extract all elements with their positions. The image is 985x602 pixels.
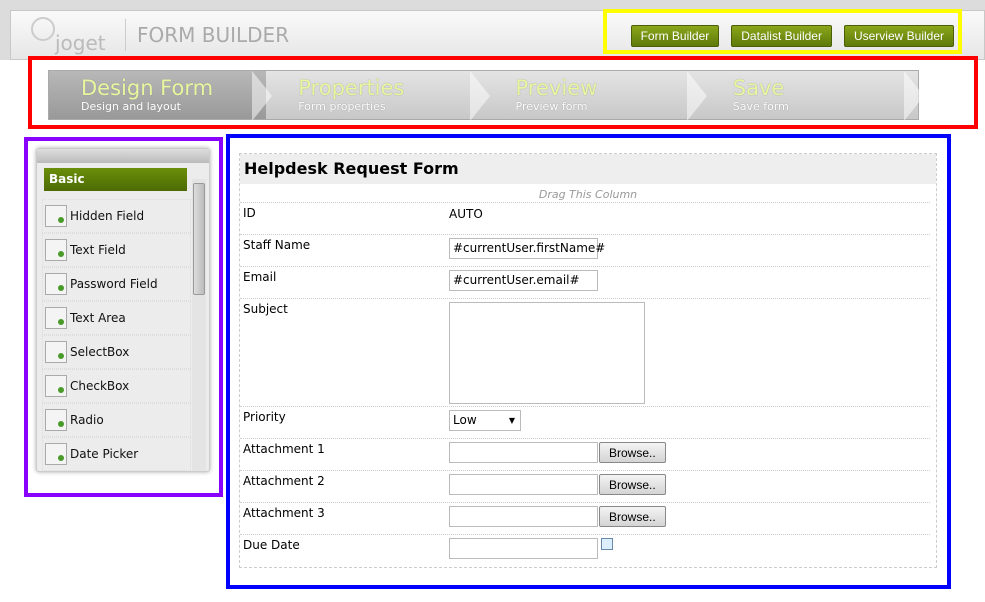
category-basic[interactable]: Basic — [44, 168, 187, 191]
palette-item-text-field[interactable]: Text Field — [42, 233, 191, 267]
header: joget FORM BUILDER Form Builder Datalist… — [10, 10, 985, 60]
palette-handle[interactable] — [37, 149, 209, 163]
palette-item-selectbox[interactable]: SelectBox — [42, 335, 191, 369]
palette-item-checkbox[interactable]: CheckBox — [42, 369, 191, 403]
step-properties[interactable]: Properties Form properties — [266, 71, 490, 121]
field-icon — [45, 273, 67, 295]
palette-scrollbar[interactable] — [192, 179, 206, 471]
userview-builder-button[interactable]: Userview Builder — [843, 25, 954, 47]
browse-button-3[interactable]: Browse.. — [599, 506, 666, 527]
edit-icon — [45, 375, 67, 397]
form-row-attachment-1[interactable]: Attachment 1 Browse.. — [240, 438, 930, 470]
palette-item-password-field[interactable]: Password Field — [42, 267, 191, 301]
form-row-id[interactable]: ID AUTO — [240, 202, 930, 234]
field-icon — [45, 443, 67, 465]
drag-column-hint[interactable]: Drag This Column — [240, 184, 936, 202]
step-preview[interactable]: Preview Preview form — [484, 71, 708, 121]
field-icon — [45, 205, 67, 227]
datalist-builder-button[interactable]: Datalist Builder — [731, 25, 832, 47]
form-builder-button[interactable]: Form Builder — [630, 25, 720, 47]
attachment-3-input[interactable] — [449, 506, 598, 527]
joget-logo: joget — [31, 17, 106, 57]
divider — [125, 19, 126, 51]
step-design-form[interactable]: Design Form Design and layout — [49, 71, 273, 121]
palette-item-date-picker[interactable]: Date Picker — [42, 437, 191, 471]
subject-textarea[interactable] — [449, 302, 645, 404]
edit-icon — [45, 409, 67, 431]
form-row-subject[interactable]: Subject — [240, 298, 930, 406]
form-row-due-date[interactable]: Due Date — [240, 534, 930, 566]
palette-item-radio[interactable]: Radio — [42, 403, 191, 437]
form-row-attachment-3[interactable]: Attachment 3 Browse.. — [240, 502, 930, 534]
form-title[interactable]: Helpdesk Request Form — [240, 154, 936, 184]
edit-icon — [45, 341, 67, 363]
form-canvas: Helpdesk Request Form Drag This Column I… — [239, 153, 937, 568]
priority-select[interactable]: Low ▼ — [449, 410, 521, 431]
step-save[interactable]: Save Save form — [701, 71, 925, 121]
form-row-staff-name[interactable]: Staff Name #currentUser.firstName# — [240, 234, 930, 266]
email-input[interactable]: #currentUser.email# — [449, 270, 598, 291]
field-icon — [45, 239, 67, 261]
browse-button-2[interactable]: Browse.. — [599, 474, 666, 495]
due-date-input[interactable] — [449, 538, 598, 559]
palette-item-hidden-field[interactable]: Hidden Field — [42, 199, 191, 233]
form-row-priority[interactable]: Priority Low ▼ — [240, 406, 930, 438]
staff-name-input[interactable]: #currentUser.firstName# — [449, 238, 605, 259]
form-row-attachment-2[interactable]: Attachment 2 Browse.. — [240, 470, 930, 502]
app-title: FORM BUILDER — [137, 23, 290, 47]
attachment-1-input[interactable] — [449, 442, 598, 463]
form-row-email[interactable]: Email #currentUser.email# — [240, 266, 930, 298]
chevron-down-icon: ▼ — [508, 416, 515, 425]
attachment-2-input[interactable] — [449, 474, 598, 495]
palette-item-text-area[interactable]: Text Area — [42, 301, 191, 335]
textarea-icon — [45, 307, 67, 329]
element-palette: Basic Hidden Field Text Field Password F… — [36, 148, 210, 472]
calendar-icon[interactable] — [601, 538, 613, 550]
browse-button-1[interactable]: Browse.. — [599, 442, 666, 463]
wizard-steps: Design Form Design and layout Properties F… — [48, 70, 925, 121]
